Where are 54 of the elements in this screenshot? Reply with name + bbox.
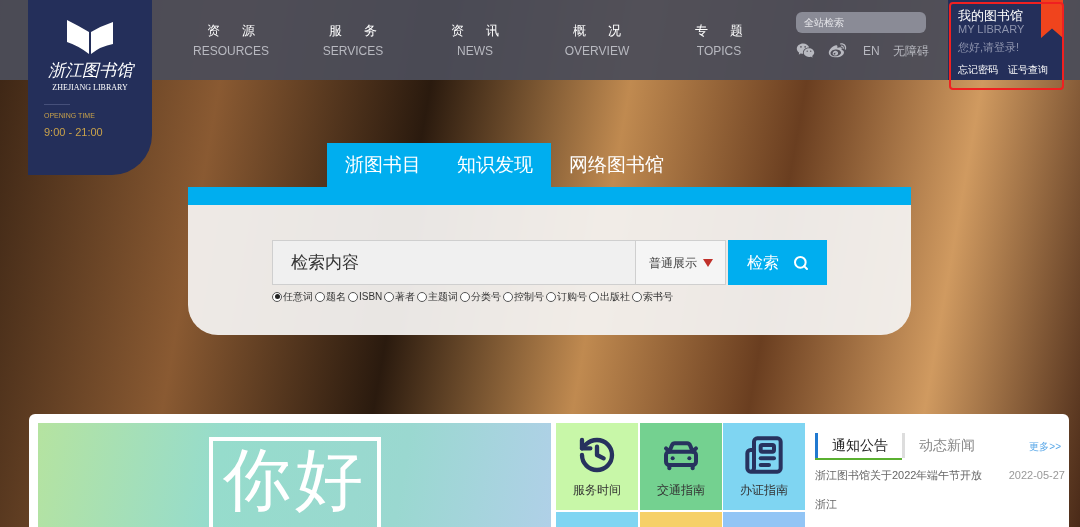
search-field-option[interactable]: 著者 bbox=[384, 289, 416, 304]
search-field-option[interactable]: 控制号 bbox=[503, 289, 545, 304]
radio-button[interactable] bbox=[503, 291, 514, 302]
search-icon bbox=[792, 254, 809, 271]
site-search-field[interactable]: 全站检索 bbox=[796, 12, 926, 33]
news-title[interactable]: 浙江 bbox=[815, 495, 837, 512]
radio-button[interactable] bbox=[315, 291, 325, 302]
language-link[interactable]: EN bbox=[863, 41, 880, 60]
radio-button[interactable] bbox=[417, 291, 428, 302]
service-tile[interactable]: 办证指南 bbox=[723, 423, 805, 510]
nav-item[interactable]: 资源 RESOURCES bbox=[170, 22, 292, 60]
wechat-icon[interactable] bbox=[796, 41, 815, 60]
nav-item[interactable]: 资讯 NEWS bbox=[414, 22, 536, 60]
nav-item[interactable]: 专题 TOPICS bbox=[658, 22, 780, 60]
login-greeting: 您好,请登录! bbox=[958, 40, 1021, 55]
search-field-option[interactable]: 题名 bbox=[315, 289, 346, 304]
search-field-option[interactable]: 出版社 bbox=[589, 289, 631, 304]
document-icon bbox=[744, 434, 784, 475]
news-tab[interactable]: 动态新闻 bbox=[902, 433, 989, 458]
search-field-option[interactable]: 索书号 bbox=[632, 289, 674, 304]
opening-hours: 9:00 - 21:00 bbox=[44, 124, 103, 140]
service-tile[interactable]: 服务时间 bbox=[556, 423, 638, 510]
search-field-option[interactable]: 分类号 bbox=[460, 289, 502, 304]
library-name: 浙江图书馆 bbox=[47, 62, 133, 79]
nav-item[interactable]: 概况 OVERVIEW bbox=[536, 22, 658, 60]
search-field-option[interactable]: ISBN bbox=[348, 289, 383, 304]
search-field[interactable]: 检索内容 bbox=[272, 240, 636, 285]
radio-button[interactable] bbox=[384, 291, 395, 302]
radio-button[interactable] bbox=[546, 291, 557, 302]
news-date: 2022-05-27 bbox=[1008, 468, 1065, 483]
account-link[interactable]: 证号查询 bbox=[1008, 61, 1048, 77]
radio-button[interactable] bbox=[589, 291, 600, 302]
news-tab[interactable]: 通知公告 bbox=[815, 433, 902, 458]
search-field-option[interactable]: 主题词 bbox=[417, 289, 459, 304]
bookmark-icon bbox=[1041, 0, 1063, 38]
book-logo-icon bbox=[65, 18, 115, 56]
my-library-subtitle: MY LIBRARY bbox=[958, 23, 1026, 35]
accessibility-link[interactable]: 无障碍 bbox=[892, 41, 929, 60]
account-link[interactable]: 忘记密码 bbox=[958, 61, 998, 77]
search-field-option[interactable]: 订购号 bbox=[546, 289, 588, 304]
service-tile[interactable]: 交通指南 bbox=[639, 423, 722, 510]
search-field-option[interactable]: 任意词 bbox=[272, 289, 313, 304]
radio-button[interactable] bbox=[348, 291, 358, 302]
caret-icon bbox=[702, 258, 713, 267]
radio-button[interactable] bbox=[460, 291, 471, 302]
banner-greeting-text: 你好 bbox=[208, 437, 381, 527]
radio-button[interactable] bbox=[632, 291, 643, 302]
weibo-icon[interactable] bbox=[828, 41, 847, 60]
nav-item[interactable]: 服务 SERVICES bbox=[292, 22, 414, 60]
display-mode-dropdown[interactable]: 普通展示 bbox=[636, 240, 726, 285]
radio-button[interactable] bbox=[272, 291, 282, 302]
news-title[interactable]: 浙江图书馆关于2022年端午节开放 bbox=[815, 467, 983, 484]
my-library-title: 我的图书馆 bbox=[958, 8, 1024, 23]
library-english-name: ZHEJIANG LIBRARY bbox=[52, 82, 128, 94]
